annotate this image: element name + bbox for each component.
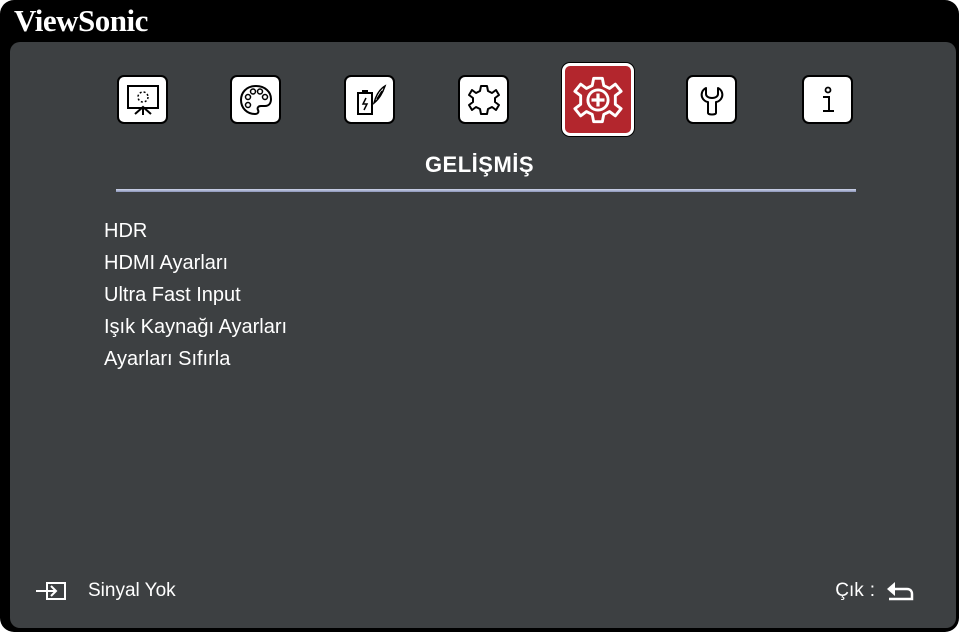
menu-item-ultra-fast-input[interactable]: Ultra Fast Input: [104, 279, 287, 311]
palette-icon: [239, 84, 272, 115]
wrench-icon: [700, 86, 723, 115]
info-icon: [822, 86, 834, 112]
menu-list: HDR HDMI Ayarları Ultra Fast Input Işık …: [104, 215, 287, 375]
return-icon: [887, 582, 914, 601]
exit-hint[interactable]: Çık :: [835, 577, 915, 605]
exit-separator: :: [869, 580, 875, 601]
input-icon: [36, 582, 66, 600]
exit-label: Çık: [835, 580, 864, 601]
menu-item-light-source-settings[interactable]: Işık Kaynağı Ayarları: [104, 311, 287, 343]
menu-item-hdmi-settings[interactable]: HDMI Ayarları: [104, 247, 287, 279]
gear-icon: [467, 84, 500, 115]
brand-logo: ViewSonic: [14, 3, 148, 38]
tab-advanced[interactable]: [562, 63, 634, 136]
tab-information[interactable]: [802, 75, 853, 124]
title-divider: [116, 189, 856, 192]
signal-status: Sinyal Yok: [34, 577, 176, 605]
tab-basic[interactable]: [458, 75, 509, 124]
tab-image[interactable]: [230, 75, 281, 124]
power-icon: [356, 83, 386, 115]
signal-text: Sinyal Yok: [88, 580, 176, 601]
gear-plus-icon: [573, 76, 623, 123]
section-title: GELİŞMİŞ: [424, 152, 535, 177]
tab-display[interactable]: [117, 75, 168, 124]
tab-power[interactable]: [344, 75, 395, 124]
screen-icon: [126, 84, 159, 115]
osd-frame: ViewSonic GELİŞMİŞ HDR HDMI Ayarları Ult…: [0, 0, 959, 632]
tab-system[interactable]: [686, 75, 737, 124]
menu-item-hdr[interactable]: HDR: [104, 215, 287, 247]
menu-item-reset-settings[interactable]: Ayarları Sıfırla: [104, 343, 287, 375]
